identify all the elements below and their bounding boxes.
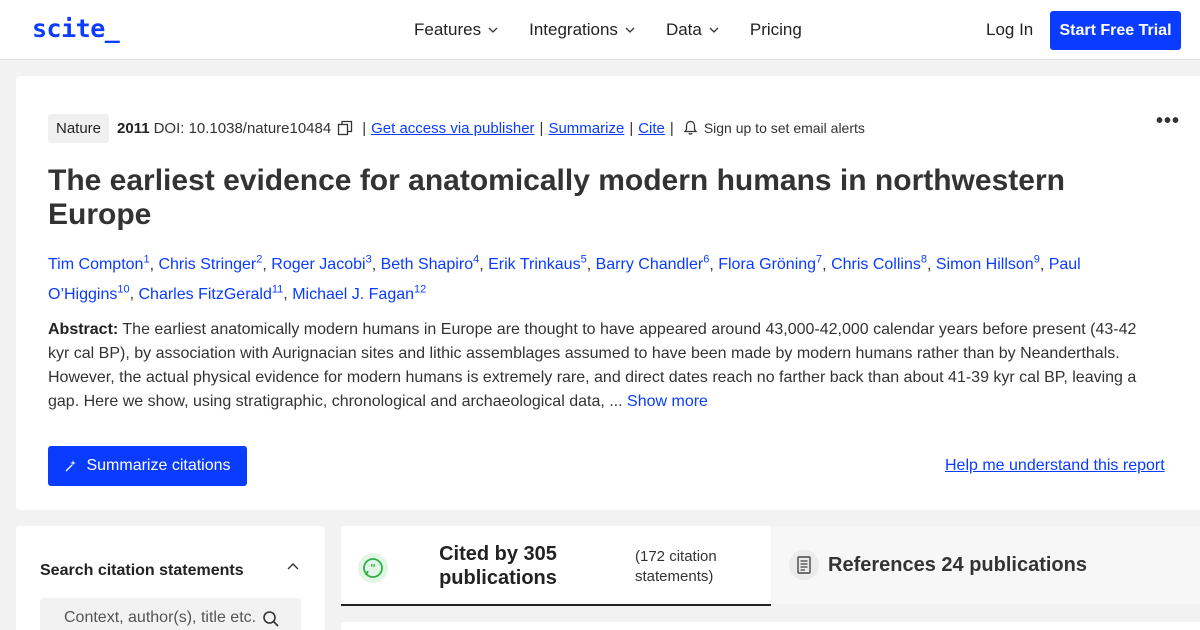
- svg-text:": ": [370, 562, 376, 575]
- author-separator: ,: [1039, 256, 1049, 274]
- author-name: Chris Collins: [831, 256, 921, 274]
- doi-text: DOI: 10.1038/nature10484: [153, 119, 332, 137]
- author-separator: ,: [479, 256, 489, 274]
- author-link[interactable]: Chris Stringer2: [158, 254, 262, 274]
- author-link[interactable]: Flora Gröning7: [718, 254, 822, 274]
- summarize-citations-button[interactable]: Summarize citations: [48, 446, 247, 486]
- nav-pricing-label: Pricing: [749, 20, 802, 39]
- citation-list-area: [341, 622, 1200, 630]
- author-separator: ,: [129, 285, 139, 303]
- author-name: Erik Trinkaus: [488, 256, 581, 274]
- chevron-down-icon: [625, 27, 635, 33]
- author-name: Roger Jacobi: [271, 256, 366, 274]
- author-link[interactable]: Chris Collins8: [831, 254, 927, 274]
- references-count: References 24 publications: [828, 554, 1087, 576]
- chevron-down-icon: [709, 27, 719, 33]
- paper-card: Nature 2011 DOI: 10.1038/nature10484 | G…: [16, 76, 1200, 510]
- paper-title: The earliest evidence for anatomically m…: [48, 164, 1065, 231]
- chevron-down-icon: [488, 27, 498, 33]
- get-access-link[interactable]: Get access via publisher: [371, 120, 534, 137]
- author-link[interactable]: Michael J. Fagan12: [292, 283, 427, 303]
- nav-data-label: Data: [665, 20, 702, 39]
- abstract-text: The earliest anatomically modern humans …: [48, 321, 1137, 410]
- abstract-label: Abstract:: [48, 321, 119, 338]
- login-link[interactable]: Log In: [986, 20, 1033, 40]
- start-free-trial-button[interactable]: Start Free Trial: [1050, 11, 1181, 50]
- more-options-icon[interactable]: •••: [1156, 110, 1180, 133]
- author-separator: ,: [371, 256, 381, 274]
- tab-cited-by[interactable]: " Cited by 305 publications (172 citatio…: [341, 526, 771, 606]
- author-link[interactable]: Charles FitzGerald11: [138, 283, 284, 303]
- main-nav: Features Integrations Data Pricing: [414, 20, 832, 40]
- abstract: Abstract: The earliest anatomically mode…: [48, 318, 1148, 414]
- top-navbar: scite_ Features Integrations Data Pricin…: [0, 0, 1200, 60]
- summarize-link[interactable]: Summarize: [548, 120, 624, 137]
- search-citations-heading: Search citation statements: [40, 562, 244, 579]
- nav-integrations-label: Integrations: [529, 20, 618, 39]
- nav-pricing[interactable]: Pricing: [750, 20, 802, 40]
- email-alerts-link[interactable]: Sign up to set email alerts: [704, 120, 865, 136]
- author-link[interactable]: Erik Trinkaus5: [488, 254, 587, 274]
- nav-integrations[interactable]: Integrations: [529, 20, 636, 40]
- nav-features-label: Features: [414, 20, 482, 39]
- publication-year: 2011: [117, 119, 150, 137]
- citation-search-panel: Search citation statements: [16, 526, 325, 630]
- quote-bubble-icon: ": [358, 553, 388, 583]
- search-icon[interactable]: [262, 610, 280, 628]
- document-icon: [789, 550, 819, 580]
- author-link[interactable]: Simon Hillson9: [935, 254, 1040, 274]
- author-separator: ,: [709, 256, 719, 274]
- sparkle-icon: [65, 460, 77, 472]
- summarize-citations-label: Summarize citations: [86, 457, 231, 474]
- author-separator: ,: [822, 256, 832, 274]
- paper-meta-row: Nature 2011 DOI: 10.1038/nature10484 | G…: [48, 113, 865, 143]
- author-affiliation-number: 11: [271, 283, 284, 296]
- journal-badge[interactable]: Nature: [48, 113, 110, 143]
- citation-statements-count: (172 citation statements): [635, 548, 717, 585]
- author-name: Charles FitzGerald: [138, 285, 272, 303]
- author-separator: ,: [926, 256, 936, 274]
- author-separator: ,: [262, 256, 272, 274]
- author-name: Flora Gröning: [718, 256, 817, 274]
- author-separator: ,: [283, 285, 293, 303]
- scite-logo[interactable]: scite_: [32, 14, 120, 43]
- nav-data[interactable]: Data: [666, 20, 720, 40]
- help-understand-link[interactable]: Help me understand this report: [945, 457, 1165, 475]
- bell-icon[interactable]: [683, 120, 698, 136]
- author-name: Michael J. Fagan: [292, 285, 415, 303]
- nav-features[interactable]: Features: [414, 20, 499, 40]
- author-link[interactable]: Roger Jacobi3: [271, 254, 371, 274]
- author-link[interactable]: Beth Shapiro4: [380, 254, 480, 274]
- author-link[interactable]: Barry Chandler6: [595, 254, 710, 274]
- separator: |: [669, 119, 674, 137]
- author-affiliation-number: 12: [414, 283, 427, 296]
- cited-by-count: Cited by 305 publications: [439, 543, 557, 589]
- author-list: Tim Compton1, Chris Stringer2, Roger Jac…: [48, 248, 1128, 307]
- cite-link[interactable]: Cite: [638, 120, 665, 137]
- separator: |: [362, 119, 367, 137]
- author-link[interactable]: Tim Compton1: [48, 254, 150, 274]
- author-name: Barry Chandler: [595, 256, 704, 274]
- citation-tabs: " Cited by 305 publications (172 citatio…: [341, 526, 1200, 606]
- tab-references[interactable]: References 24 publications: [772, 526, 1200, 604]
- chevron-up-icon[interactable]: [286, 560, 300, 574]
- author-separator: ,: [586, 256, 596, 274]
- author-name: Tim Compton: [48, 256, 144, 274]
- show-more-link[interactable]: Show more: [627, 393, 708, 410]
- author-name: Beth Shapiro: [380, 256, 474, 274]
- author-name: Chris Stringer: [158, 256, 257, 274]
- author-name: Simon Hillson: [935, 256, 1034, 274]
- copy-icon[interactable]: [337, 120, 353, 136]
- separator: |: [629, 119, 634, 137]
- author-affiliation-number: 10: [117, 283, 130, 296]
- separator: |: [539, 119, 544, 137]
